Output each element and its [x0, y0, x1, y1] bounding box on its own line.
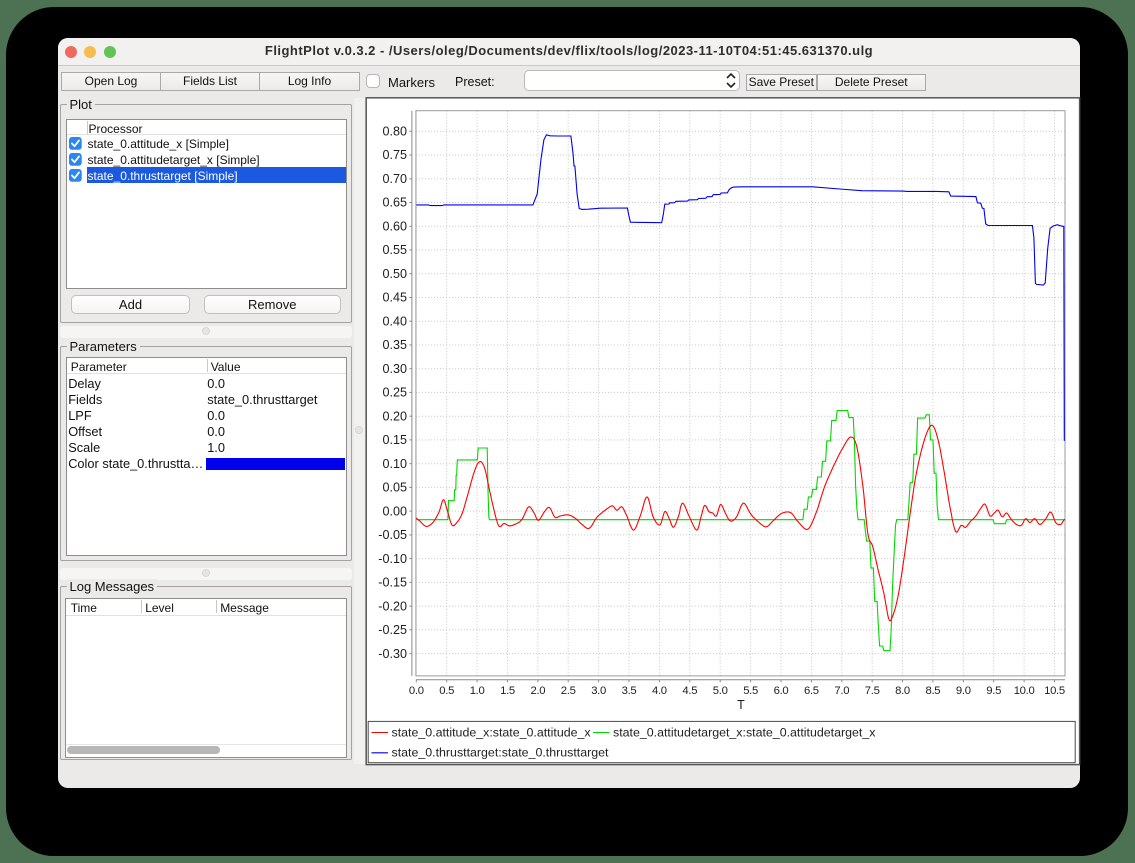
- svg-text:3.5: 3.5: [622, 685, 637, 697]
- svg-text:7.5: 7.5: [865, 685, 880, 697]
- svg-text:0.20: 0.20: [382, 409, 407, 423]
- svg-text:5.0: 5.0: [713, 685, 728, 697]
- svg-text:0.45: 0.45: [382, 291, 407, 305]
- svg-text:5.5: 5.5: [743, 685, 758, 697]
- svg-text:0.05: 0.05: [382, 481, 407, 495]
- svg-text:-0.30: -0.30: [378, 647, 407, 661]
- svg-text:0.15: 0.15: [382, 433, 407, 447]
- svg-text:0.60: 0.60: [382, 220, 407, 234]
- svg-text:1.5: 1.5: [500, 685, 515, 697]
- svg-text:0.70: 0.70: [382, 172, 407, 186]
- svg-text:0.50: 0.50: [382, 267, 407, 281]
- svg-text:T: T: [737, 698, 745, 712]
- svg-text:6.5: 6.5: [804, 685, 819, 697]
- svg-text:2.5: 2.5: [561, 685, 576, 697]
- svg-text:2.0: 2.0: [530, 685, 545, 697]
- svg-text:10.0: 10.0: [1014, 685, 1035, 697]
- svg-text:0.55: 0.55: [382, 243, 407, 257]
- svg-text:8.5: 8.5: [925, 685, 940, 697]
- svg-text:-0.25: -0.25: [378, 623, 407, 637]
- svg-text:6.0: 6.0: [774, 685, 789, 697]
- svg-text:3.0: 3.0: [591, 685, 606, 697]
- svg-text:0.80: 0.80: [382, 125, 407, 139]
- svg-text:0.25: 0.25: [382, 386, 407, 400]
- svg-text:7.0: 7.0: [834, 685, 849, 697]
- svg-text:0.00: 0.00: [382, 504, 407, 518]
- svg-text:-0.15: -0.15: [378, 576, 407, 590]
- svg-text:8.0: 8.0: [895, 685, 910, 697]
- svg-text:-0.20: -0.20: [378, 599, 407, 613]
- svg-text:4.0: 4.0: [652, 685, 667, 697]
- svg-text:state_0.attitude_x:state_0.att: state_0.attitude_x:state_0.attitude_x: [392, 725, 592, 739]
- svg-text:0.0: 0.0: [409, 685, 424, 697]
- svg-text:9.5: 9.5: [986, 685, 1001, 697]
- svg-text:9.0: 9.0: [956, 685, 971, 697]
- svg-text:10.5: 10.5: [1044, 685, 1065, 697]
- svg-text:4.5: 4.5: [682, 685, 697, 697]
- svg-text:-0.05: -0.05: [378, 528, 407, 542]
- svg-text:state_0.attitudetarget_x:state: state_0.attitudetarget_x:state_0.attitud…: [613, 725, 876, 739]
- svg-text:0.75: 0.75: [382, 148, 407, 162]
- svg-text:0.65: 0.65: [382, 196, 407, 210]
- svg-text:0.35: 0.35: [382, 338, 407, 352]
- svg-text:1.0: 1.0: [470, 685, 485, 697]
- svg-text:0.10: 0.10: [382, 457, 407, 471]
- svg-text:state_0.thrusttarget:state_0.t: state_0.thrusttarget:state_0.thrusttarge…: [392, 746, 610, 760]
- svg-text:0.40: 0.40: [382, 314, 407, 328]
- svg-text:0.30: 0.30: [382, 362, 407, 376]
- svg-text:-0.10: -0.10: [378, 552, 407, 566]
- svg-text:0.5: 0.5: [439, 685, 454, 697]
